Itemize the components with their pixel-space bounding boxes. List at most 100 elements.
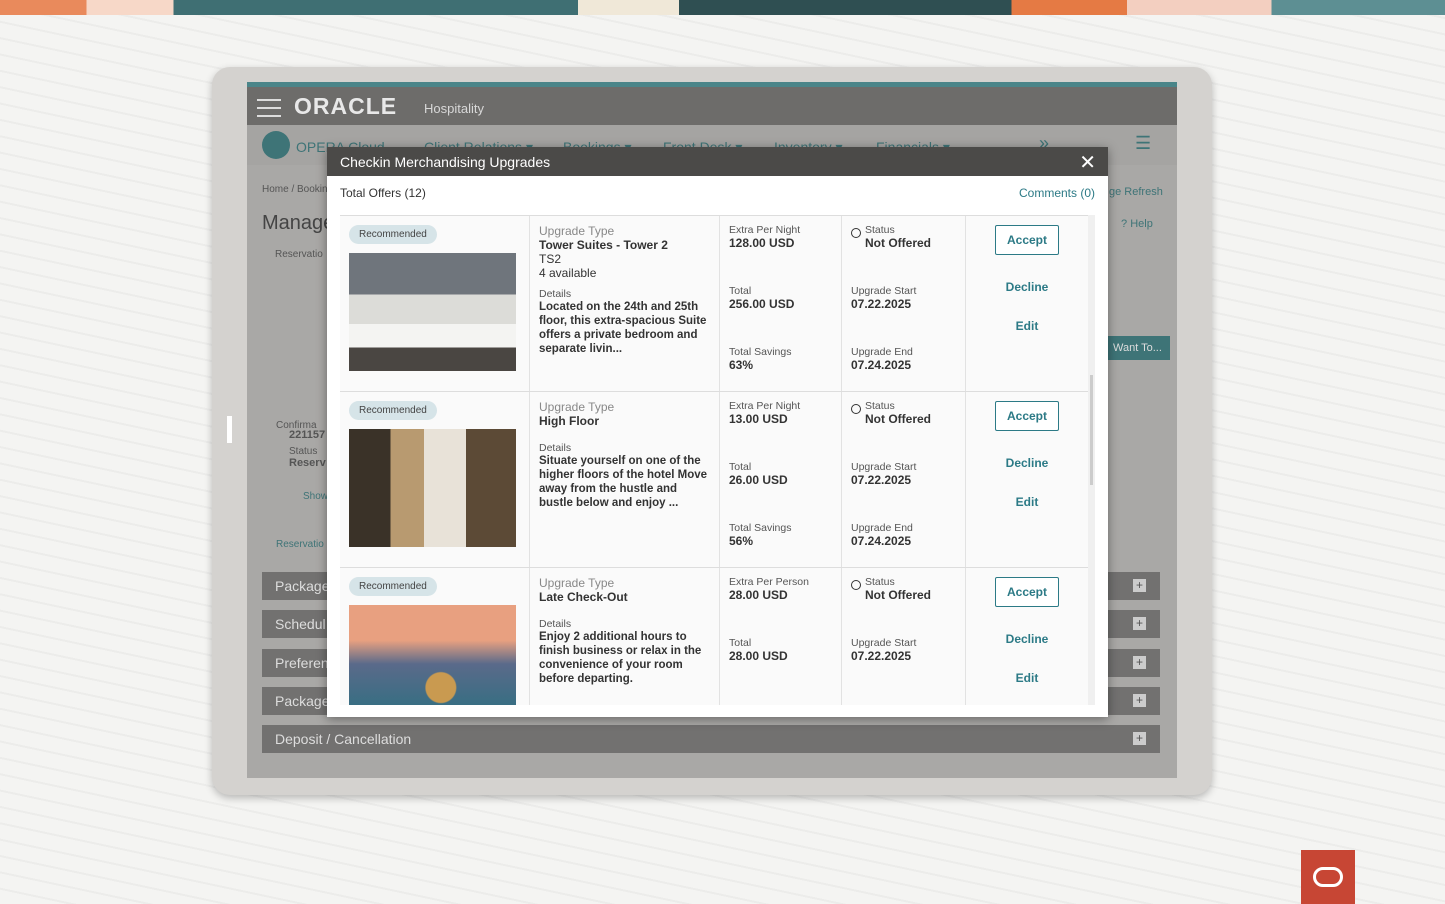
status-label: Status (865, 400, 895, 412)
confirmation-number: 221157 (289, 429, 326, 441)
dialog-title: Checkin Merchandising Upgrades (340, 154, 551, 170)
offer-photo (349, 605, 516, 705)
expand-icon[interactable]: + (1133, 732, 1146, 745)
offer-row: Recommended Upgrade Type Tower Suites - T… (340, 216, 1088, 392)
page-refresh-link[interactable]: ge Refresh (1109, 186, 1163, 198)
offer-photo (349, 429, 516, 547)
savings-value: 56% (729, 534, 754, 548)
end-date: 07.24.2025 (851, 358, 912, 372)
status-value: Not Offered (865, 588, 931, 602)
oracle-brand-logo (1301, 850, 1355, 904)
details-label: Details (539, 442, 572, 454)
show-link[interactable]: Show (303, 491, 328, 502)
cloud-icon (262, 131, 290, 159)
recommended-badge: Recommended (349, 225, 437, 244)
scrollbar-thumb[interactable] (1090, 375, 1093, 485)
expand-icon[interactable]: + (1133, 579, 1146, 592)
status-radio[interactable] (851, 580, 861, 590)
start-date: 07.22.2025 (851, 473, 912, 487)
accept-button[interactable]: Accept (995, 401, 1059, 431)
type-label: Upgrade Type (539, 400, 615, 414)
start-label: Upgrade Start (851, 285, 917, 297)
scrollbar[interactable] (1088, 215, 1095, 705)
details-label: Details (539, 618, 572, 630)
start-label: Upgrade Start (851, 461, 917, 473)
total-label: Total (729, 637, 752, 649)
type-label: Upgrade Type (539, 576, 615, 590)
breadcrumb[interactable]: Home / Bookin (262, 184, 328, 195)
status-label: Status (289, 446, 318, 457)
start-label: Upgrade Start (851, 637, 917, 649)
room-code: TS2 (539, 252, 562, 266)
upgrades-dialog: Checkin Merchandising Upgrades ✕ Total O… (327, 147, 1108, 717)
status-label: Status (865, 576, 895, 588)
price-label: Extra Per Person (729, 576, 809, 588)
help-label: Help (1130, 218, 1153, 230)
end-label: Upgrade End (851, 346, 913, 358)
savings-value: 63% (729, 358, 754, 372)
upgrade-type: Tower Suites - Tower 2 (539, 238, 668, 252)
savings-label: Total Savings (729, 346, 792, 358)
status-value: Not Offered (865, 236, 931, 250)
status-value: Reserv (289, 457, 326, 469)
recommended-badge: Recommended (349, 401, 437, 420)
section-label: Package (275, 693, 330, 709)
edit-link[interactable]: Edit (975, 319, 1079, 333)
status-group: Status Not Offered (851, 400, 956, 426)
expand-icon[interactable]: + (1133, 694, 1146, 707)
close-icon[interactable]: ✕ (1079, 150, 1096, 175)
tab-reservation[interactable]: Reservatio (275, 249, 323, 260)
chat-icon[interactable]: ☰ (1135, 133, 1151, 154)
status-value: Not Offered (865, 412, 931, 426)
dialog-header: Checkin Merchandising Upgrades ✕ (327, 147, 1108, 176)
section-label: Schedul (275, 616, 326, 632)
details-label: Details (539, 288, 572, 300)
offers-list: Recommended Upgrade Type Tower Suites - T… (340, 215, 1088, 705)
decline-link[interactable]: Decline (975, 632, 1079, 646)
total-value: 28.00 USD (729, 649, 788, 663)
availability: 4 available (539, 266, 597, 280)
reservation-link[interactable]: Reservatio (276, 539, 324, 550)
type-label: Upgrade Type (539, 224, 615, 238)
price-label: Extra Per Night (729, 400, 801, 412)
page-title: Manage (262, 212, 335, 234)
menu-icon[interactable] (257, 99, 281, 117)
recommended-badge: Recommended (349, 577, 437, 596)
price-value: 28.00 USD (729, 588, 788, 602)
savings-label: Total Savings (729, 522, 792, 534)
oracle-logo: ORACLE (294, 93, 398, 119)
section-label: Preferen (275, 655, 329, 671)
edit-link[interactable]: Edit (975, 671, 1079, 685)
expand-icon[interactable]: + (1133, 617, 1146, 630)
app-subtitle: Hospitality (424, 101, 484, 116)
expand-icon[interactable]: + (1133, 656, 1146, 669)
decline-link[interactable]: Decline (975, 280, 1079, 294)
details-text: Situate yourself on one of the higher fl… (539, 455, 708, 509)
details-text: Enjoy 2 additional hours to finish busin… (539, 631, 702, 685)
edit-link[interactable]: Edit (975, 495, 1079, 509)
total-value: 256.00 USD (729, 297, 795, 311)
status-group: Status Not Offered (851, 224, 956, 250)
app-header: ORACLE Hospitality (247, 82, 1177, 125)
status-group: Status Not Offered (851, 576, 956, 602)
help-link[interactable]: ? Help (1121, 218, 1153, 230)
section-label: Package (275, 578, 330, 594)
start-date: 07.22.2025 (851, 297, 912, 311)
offer-photo (349, 253, 516, 371)
decline-link[interactable]: Decline (975, 456, 1079, 470)
decorative-banner (0, 0, 1445, 15)
total-value: 26.00 USD (729, 473, 788, 487)
start-date: 07.22.2025 (851, 649, 912, 663)
status-radio[interactable] (851, 228, 861, 238)
tablet-button (227, 416, 232, 443)
upgrade-type: Late Check-Out (539, 590, 628, 604)
accept-button[interactable]: Accept (995, 225, 1059, 255)
comments-link[interactable]: Comments (0) (1019, 186, 1095, 200)
i-want-to-button[interactable]: Want To... (1105, 336, 1170, 360)
total-offers: Total Offers (12) (340, 186, 426, 200)
status-label: Status (865, 224, 895, 236)
accept-button[interactable]: Accept (995, 577, 1059, 607)
section-deposit[interactable]: Deposit / Cancellation + (262, 725, 1160, 753)
status-radio[interactable] (851, 404, 861, 414)
details-text: Located on the 24th and 25th floor, this… (539, 301, 707, 355)
